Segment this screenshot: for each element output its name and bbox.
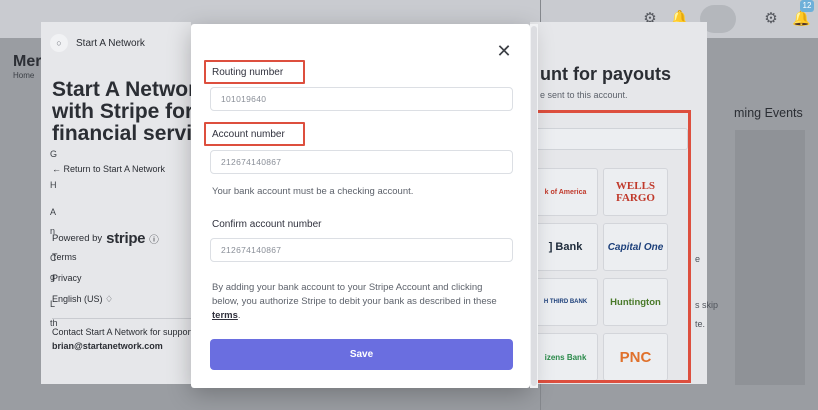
brand-name: Start A Network bbox=[76, 37, 145, 49]
side-text: te. bbox=[695, 319, 706, 329]
payout-account-subtext: e sent to this account. bbox=[540, 90, 628, 100]
authorization-body: By adding your bank account to your Stri… bbox=[212, 282, 497, 307]
routing-number-input[interactable] bbox=[210, 87, 513, 111]
stripe-logo: stripe bbox=[106, 230, 146, 247]
return-link[interactable]: ← Return to Start A Network bbox=[52, 164, 165, 174]
modal-scrollbar[interactable] bbox=[530, 24, 538, 388]
upcoming-events-panel bbox=[735, 130, 805, 385]
side-text: s skip bbox=[695, 300, 719, 310]
notification-bell-icon-right[interactable]: 🔔 bbox=[792, 10, 811, 28]
powered-by-stripe: Powered by stripe ⓘ bbox=[52, 230, 159, 247]
onboarding-heading: Start A Network with Stripe for financia… bbox=[52, 79, 191, 145]
heading-line-3: financial servic bbox=[52, 122, 191, 145]
heading-line-1: Start A Network bbox=[52, 79, 191, 101]
payout-account-heading: unt for payouts bbox=[540, 64, 671, 84]
account-number-input[interactable] bbox=[210, 150, 513, 174]
side-text: e bbox=[695, 254, 701, 264]
privacy-link[interactable]: Privacy bbox=[52, 273, 82, 283]
account-label-highlight bbox=[204, 122, 305, 146]
side-letter: A bbox=[50, 207, 57, 217]
save-button[interactable]: Save bbox=[210, 339, 513, 370]
authorization-text: By adding your bank account to your Stri… bbox=[212, 281, 508, 323]
contact-email[interactable]: brian@startanetwork.com bbox=[52, 339, 191, 353]
terms-link[interactable]: Terms bbox=[52, 252, 77, 262]
authorization-end: . bbox=[237, 310, 241, 321]
powered-by-text: Powered by bbox=[52, 233, 103, 244]
divider bbox=[52, 318, 191, 319]
scrollbar-thumb[interactable] bbox=[531, 26, 537, 386]
terms-link-inline[interactable]: terms bbox=[212, 310, 238, 321]
upcoming-events-heading: ming Events bbox=[734, 106, 803, 120]
language-select[interactable]: English (US) ♢ bbox=[52, 294, 113, 305]
brand-logo-icon: ○ bbox=[50, 34, 68, 52]
checking-account-note: Your bank account must be a checking acc… bbox=[212, 186, 414, 197]
confirm-account-number-input[interactable] bbox=[210, 238, 513, 262]
contact-info: Contact Start A Network for support bria… bbox=[52, 325, 191, 353]
breadcrumb[interactable]: Home bbox=[13, 71, 34, 80]
settings-gear-icon-right[interactable]: ⚙ bbox=[762, 10, 780, 28]
heading-line-2: with Stripe for bbox=[52, 100, 191, 123]
notification-count-badge: 12 bbox=[800, 0, 814, 12]
confirm-account-number-label: Confirm account number bbox=[212, 219, 322, 230]
info-icon[interactable]: ⓘ bbox=[149, 232, 159, 246]
side-letter: G bbox=[50, 149, 58, 159]
dashboard-page-title: Mer bbox=[13, 53, 42, 70]
brand-header: ○ Start A Network bbox=[50, 34, 145, 52]
contact-text: Contact Start A Network for support bbox=[52, 327, 191, 337]
close-icon[interactable]: ✕ bbox=[495, 42, 513, 60]
routing-label-highlight bbox=[204, 60, 305, 84]
side-letter: H bbox=[50, 180, 57, 190]
